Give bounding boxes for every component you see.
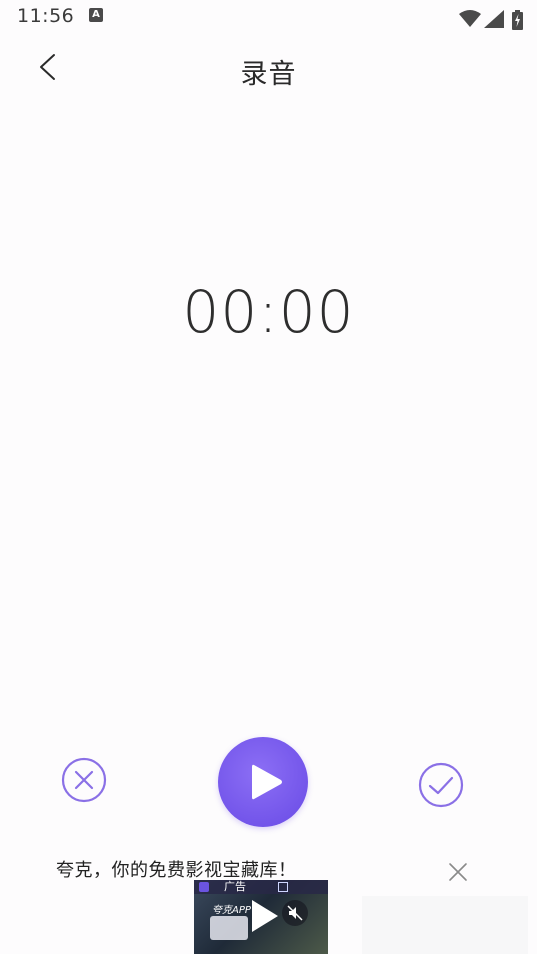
battery-charging-icon <box>512 10 523 30</box>
cancel-recording-button[interactable] <box>61 757 107 803</box>
recording-timer: 00:00 <box>182 278 355 346</box>
circle-x-icon <box>61 757 107 803</box>
ad-tag: 广告 <box>224 880 246 893</box>
ad-mute-button[interactable] <box>282 900 308 926</box>
notification-app-icon: A <box>89 8 103 22</box>
ad-play-button[interactable] <box>242 896 282 936</box>
ad-video-topbar: 广告 <box>194 880 328 894</box>
ad-headline[interactable]: 夸克，你的免费影视宝藏库！ <box>56 856 297 882</box>
circle-check-icon <box>418 762 464 808</box>
mute-icon <box>287 905 303 921</box>
confirm-recording-button[interactable] <box>418 762 464 808</box>
wifi-icon <box>459 10 481 27</box>
status-time: 11:56 <box>17 5 75 27</box>
play-button[interactable] <box>218 737 308 827</box>
ad-video-thumbnail[interactable]: 广告 夸克APP <box>194 880 328 954</box>
ad-app-icon <box>199 882 209 892</box>
close-icon <box>449 863 467 881</box>
ad-close-button[interactable] <box>446 860 470 884</box>
status-bar: 11:56 A <box>0 0 537 34</box>
page-title: 录音 <box>240 59 297 90</box>
ad-banner[interactable]: 夸克，你的免费影视宝藏库！ 广告 夸克APP <box>0 840 537 954</box>
system-icons <box>457 0 537 34</box>
signal-icon <box>484 10 504 28</box>
ad-side-panel <box>362 896 528 954</box>
play-icon <box>252 764 282 800</box>
ad-corner-icon <box>278 882 288 892</box>
play-icon <box>252 900 278 932</box>
